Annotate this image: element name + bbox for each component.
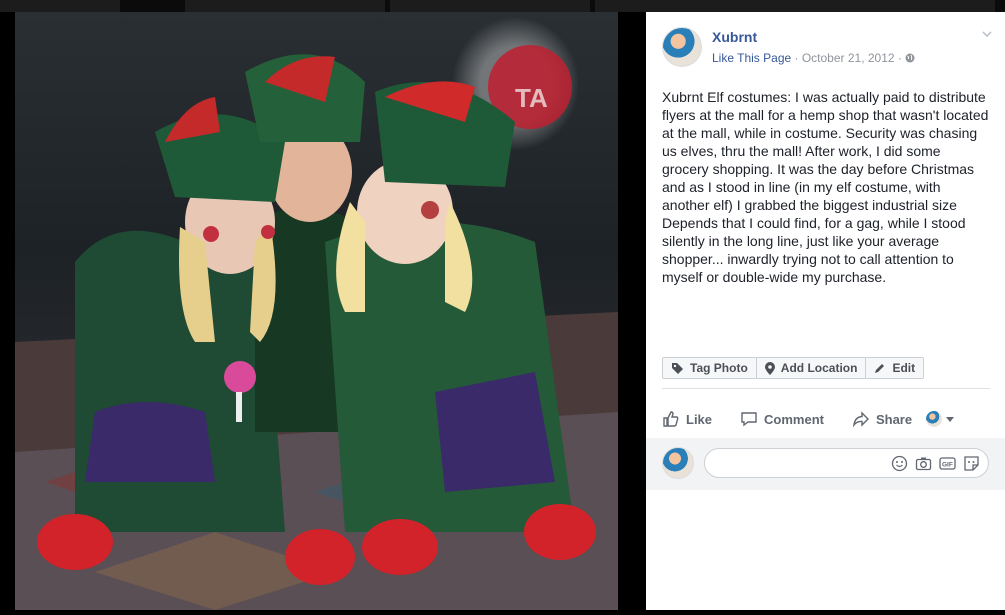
emoji-icon[interactable] [891, 455, 908, 472]
user-avatar [662, 447, 694, 479]
location-pin-icon [764, 361, 775, 375]
share-icon [852, 411, 869, 428]
comment-icon [741, 412, 757, 427]
comment-input[interactable]: GIF [704, 448, 989, 478]
page-avatar[interactable] [662, 27, 702, 67]
edit-label: Edit [892, 361, 916, 375]
tag-photo-label: Tag Photo [690, 361, 748, 375]
page-name-link[interactable]: Xubrnt [712, 29, 757, 45]
camera-icon[interactable] [915, 455, 932, 472]
strip-thumbnail[interactable] [390, 0, 590, 12]
gif-icon[interactable]: GIF [939, 455, 956, 472]
like-button[interactable]: Like [662, 410, 712, 428]
post-date[interactable]: October 21, 2012 [802, 51, 895, 65]
comment-label: Comment [764, 411, 824, 427]
meta-separator: · [894, 51, 906, 65]
strip-thumbnail[interactable] [595, 0, 995, 12]
photo-strip [0, 0, 1005, 12]
strip-thumbnail[interactable] [0, 0, 120, 12]
post-panel: Xubrnt Like This Page · October 21, 2012… [646, 12, 1005, 610]
add-location-button[interactable]: Add Location [755, 357, 867, 379]
chevron-down-icon[interactable] [980, 27, 994, 41]
post-caption: Xubrnt Elf costumes: I was actually paid… [662, 89, 989, 285]
post-actions: Like Comment Share [662, 402, 992, 436]
post-header: Xubrnt Like This Page · October 21, 2012… [662, 27, 992, 69]
post-photo[interactable]: TA [15, 12, 618, 610]
edit-button[interactable]: Edit [865, 357, 925, 379]
audience-avatar [926, 411, 943, 427]
pencil-icon [875, 364, 885, 373]
caret-down-icon [946, 417, 955, 422]
post-meta: Like This Page · October 21, 2012 · [712, 51, 915, 65]
add-location-label: Add Location [780, 361, 858, 375]
globe-icon[interactable] [905, 53, 915, 63]
comment-composer: GIF [646, 438, 1005, 490]
share-button[interactable]: Share [852, 410, 912, 428]
strip-thumbnail[interactable] [185, 0, 385, 12]
tag-icon [672, 362, 683, 374]
svg-text:TA: TA [515, 83, 548, 113]
comment-tools: GIF [891, 455, 980, 472]
elf-costumes-image: TA [15, 45, 618, 610]
share-label: Share [875, 411, 913, 427]
meta-separator: · [791, 51, 802, 65]
audience-selector[interactable] [926, 411, 955, 427]
tag-photo-button[interactable]: Tag Photo [662, 357, 757, 379]
svg-text:GIF: GIF [942, 462, 953, 469]
comment-button[interactable]: Comment [740, 410, 824, 428]
like-page-link[interactable]: Like This Page [712, 51, 791, 65]
thumbs-up-icon [663, 411, 679, 427]
divider [662, 388, 990, 389]
sticker-icon[interactable] [963, 455, 980, 472]
photo-tools: Tag Photo Add Location Edit [662, 357, 925, 381]
like-label: Like [686, 411, 713, 427]
